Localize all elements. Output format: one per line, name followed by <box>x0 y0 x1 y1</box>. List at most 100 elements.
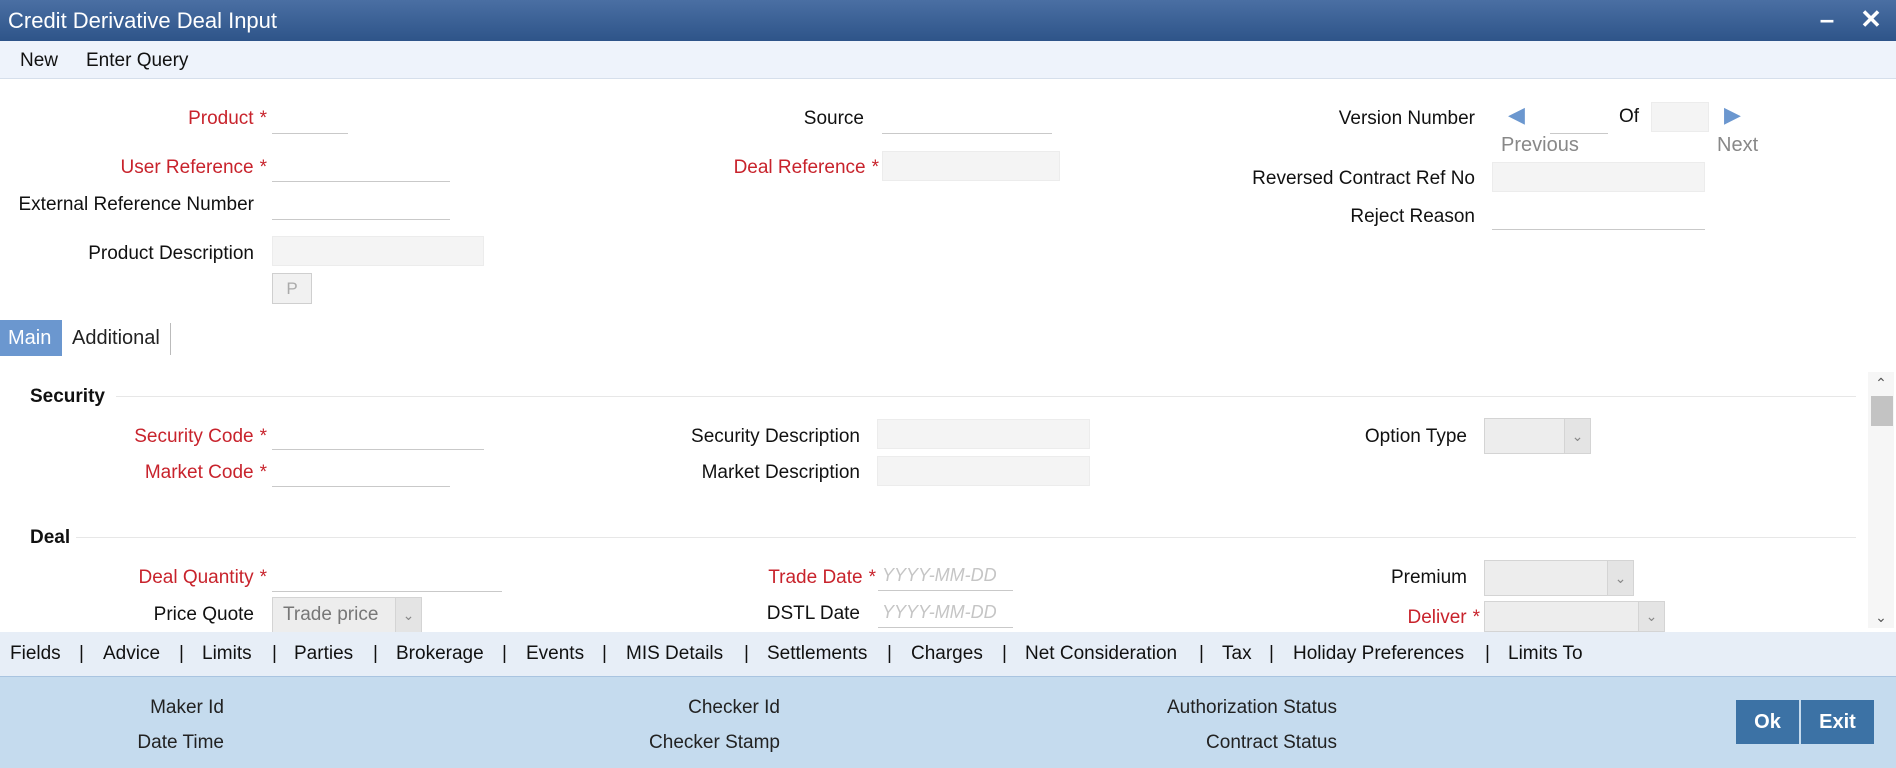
minimize-icon[interactable]: – <box>1812 4 1842 34</box>
price-quote-value: Trade price <box>283 604 379 625</box>
bottom-tab-separator: | <box>887 643 892 664</box>
bottom-tab-brokerage[interactable]: Brokerage <box>396 643 484 665</box>
price-quote-label: Price Quote <box>153 604 254 625</box>
deliver-label: Deliver * <box>1407 607 1480 628</box>
security-description-label: Security Description <box>691 426 860 447</box>
chevron-down-icon: ⌄ <box>1564 419 1590 453</box>
form-scrollbar[interactable]: ⌃ ⌄ <box>1868 372 1894 628</box>
bottom-tab-separator: | <box>179 643 184 664</box>
security-section-divider <box>116 396 1856 397</box>
product-p-button[interactable]: P <box>272 273 312 304</box>
enter-query-menu-item[interactable]: Enter Query <box>86 50 188 72</box>
reject-reason-label: Reject Reason <box>1350 206 1475 227</box>
external-reference-number-label: External Reference Number <box>18 194 255 215</box>
bottom-tab-tax[interactable]: Tax <box>1222 643 1252 665</box>
price-quote-select[interactable]: Trade price ⌄ <box>272 597 422 633</box>
bottom-tab-advice[interactable]: Advice <box>103 643 160 665</box>
authorization-status-label: Authorization Status <box>1166 697 1337 718</box>
tab-main[interactable]: Main <box>0 320 62 356</box>
bottom-tab-separator: | <box>1485 643 1490 664</box>
version-total-input <box>1651 102 1709 132</box>
bottom-tab-separator: | <box>744 643 749 664</box>
deal-reference-label: Deal Reference * <box>733 157 879 178</box>
option-type-label: Option Type <box>1364 426 1467 447</box>
security-section-title: Security <box>30 386 105 407</box>
bottom-tab-separator: | <box>79 643 84 664</box>
of-label: Of <box>1619 106 1640 127</box>
security-code-label: Security Code * <box>134 426 267 447</box>
external-reference-number-input[interactable] <box>272 190 450 220</box>
reject-reason-input[interactable] <box>1492 200 1705 230</box>
dstl-date-label: DSTL Date <box>766 603 860 624</box>
premium-select[interactable]: ⌄ <box>1484 560 1634 596</box>
bottom-tab-separator: | <box>272 643 277 664</box>
bottom-tab-separator: | <box>373 643 378 664</box>
dstl-date-input[interactable] <box>878 598 1013 628</box>
new-menu-item[interactable]: New <box>20 50 58 72</box>
market-code-label: Market Code * <box>144 462 267 483</box>
checker-id-label: Checker Id <box>688 697 780 718</box>
product-label: Product * <box>188 108 267 129</box>
security-description-input <box>877 419 1090 449</box>
bottom-tab-limits-to[interactable]: Limits To <box>1508 643 1583 665</box>
bottom-tab-net-consideration[interactable]: Net Consideration <box>1025 643 1177 665</box>
deal-section-divider <box>76 537 1856 538</box>
chevron-down-icon: ⌄ <box>395 598 421 632</box>
market-description-label: Market Description <box>701 462 860 483</box>
deal-reference-input <box>882 151 1060 181</box>
scroll-thumb[interactable] <box>1871 396 1893 426</box>
user-reference-input[interactable] <box>272 152 450 182</box>
title-bar: Credit Derivative Deal Input – ✕ <box>0 0 1896 41</box>
bottom-tab-parties[interactable]: Parties <box>294 643 353 665</box>
product-description-input <box>272 236 484 266</box>
previous-label[interactable]: Previous <box>1501 134 1579 157</box>
menu-bar: New Enter Query <box>0 41 1896 79</box>
bottom-tab-separator: | <box>1002 643 1007 664</box>
deal-quantity-input[interactable] <box>272 562 502 592</box>
bottom-tab-limits[interactable]: Limits <box>202 643 252 665</box>
bottom-tab-events[interactable]: Events <box>526 643 584 665</box>
bottom-tab-mis-details[interactable]: MIS Details <box>626 643 723 665</box>
reversed-contract-ref-no-label: Reversed Contract Ref No <box>1252 168 1475 189</box>
next-label[interactable]: Next <box>1717 134 1758 157</box>
source-label: Source <box>803 108 864 129</box>
bottom-tab-separator: | <box>1269 643 1274 664</box>
maker-id-label: Maker Id <box>150 697 224 718</box>
market-code-input[interactable] <box>272 457 450 487</box>
bottom-tab-holiday-preferences[interactable]: Holiday Preferences <box>1293 643 1464 665</box>
next-arrow-icon[interactable]: ▶ <box>1724 102 1741 128</box>
exit-button[interactable]: Exit <box>1801 700 1874 744</box>
ok-button[interactable]: Ok <box>1736 700 1799 744</box>
trade-date-label: Trade Date * <box>768 567 876 588</box>
trade-date-input[interactable] <box>878 561 1013 591</box>
source-input[interactable] <box>882 104 1052 134</box>
option-type-select[interactable]: ⌄ <box>1484 418 1591 454</box>
bottom-tab-charges[interactable]: Charges <box>911 643 983 665</box>
audit-footer: Maker Id Date Time Checker Id Checker St… <box>0 676 1896 768</box>
chevron-down-icon: ⌄ <box>1638 602 1664 631</box>
contract-status-label: Contract Status <box>1206 732 1337 753</box>
chevron-down-icon: ⌄ <box>1607 561 1633 595</box>
window-title: Credit Derivative Deal Input <box>8 8 278 33</box>
bottom-tab-fields[interactable]: Fields <box>10 643 61 665</box>
bottom-tab-settlements[interactable]: Settlements <box>767 643 867 665</box>
market-description-input <box>877 456 1090 486</box>
bottom-tab-separator: | <box>502 643 507 664</box>
product-description-label: Product Description <box>88 243 254 264</box>
bottom-tab-separator: | <box>602 643 607 664</box>
version-number-input[interactable] <box>1550 104 1608 134</box>
scroll-down-icon[interactable]: ⌄ <box>1868 606 1894 628</box>
security-code-input[interactable] <box>272 420 484 450</box>
close-icon[interactable]: ✕ <box>1856 4 1886 34</box>
reversed-contract-ref-no-input <box>1492 162 1705 192</box>
deliver-select[interactable]: ⌄ <box>1484 601 1665 632</box>
user-reference-label: User Reference * <box>120 157 267 178</box>
date-time-label: Date Time <box>137 732 224 753</box>
previous-arrow-icon[interactable]: ◀ <box>1508 102 1525 128</box>
product-input[interactable] <box>272 104 348 134</box>
scroll-up-icon[interactable]: ⌃ <box>1868 372 1894 394</box>
tab-additional[interactable]: Additional <box>64 320 168 356</box>
premium-label: Premium <box>1390 567 1467 588</box>
deal-section-title: Deal <box>30 527 71 548</box>
version-number-label: Version Number <box>1338 108 1475 129</box>
